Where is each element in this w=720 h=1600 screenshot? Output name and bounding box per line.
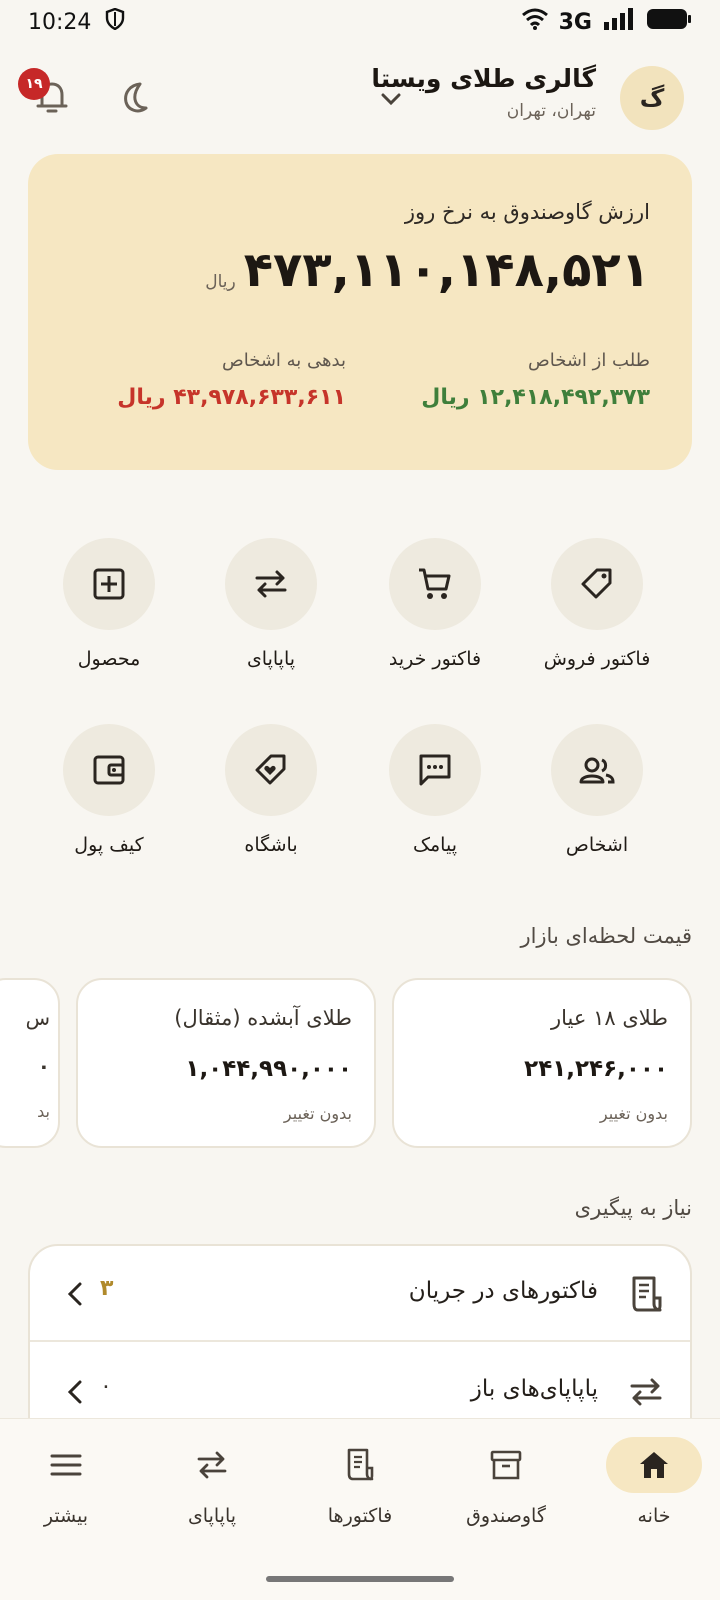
chevron-left-icon (64, 1280, 86, 1308)
vault-balance-card[interactable]: ارزش گاوصندوق به نرخ روز ۴۷۳,۱۱۰,۱۴۸,۵۲۱… (28, 154, 692, 470)
swap-icon (626, 1372, 666, 1412)
menu-icon (50, 1454, 82, 1476)
balance-title: ارزش گاوصندوق به نرخ روز (404, 200, 650, 224)
action-purchase-invoice[interactable]: فاکتور خرید (360, 538, 510, 670)
receivable-label: طلب از اشخاص (527, 350, 650, 371)
debt-label: بدهی به اشخاص (221, 350, 346, 371)
store-name: گالری طلای ویستا (371, 64, 596, 93)
swap-icon (197, 1451, 227, 1479)
status-bar: 10:24 3G (0, 0, 720, 44)
nav-invoices[interactable]: فاکتورها (300, 1437, 420, 1527)
action-wallet[interactable]: کیف پول (34, 724, 184, 856)
nav-more[interactable]: بیشتر (6, 1437, 126, 1527)
cart-icon (419, 568, 451, 599)
loyalty-icon (255, 754, 286, 785)
nav-home[interactable]: خانه (594, 1437, 714, 1527)
shield-icon (105, 7, 125, 36)
action-sms[interactable]: پیامک (360, 724, 510, 856)
debt-section: بدهی به اشخاص ۴۳,۹۷۸,۶۳۳,۶۱۱ ریال (117, 350, 346, 410)
wifi-icon (521, 8, 549, 36)
action-papapay[interactable]: پاپاپای (196, 538, 346, 670)
debt-value: ۴۳,۹۷۸,۶۳۳,۶۱۱ ریال (117, 385, 346, 410)
balance-unit: ریال (205, 272, 236, 292)
action-product[interactable]: محصول (34, 538, 184, 670)
nav-papapay[interactable]: پاپاپای (152, 1437, 272, 1527)
moon-icon (124, 82, 148, 113)
home-icon (640, 1452, 668, 1478)
home-indicator[interactable] (266, 1576, 454, 1582)
bottom-nav: خانه گاوصندوق فاکتورها پاپاپای بیشتر (0, 1418, 720, 1600)
theme-toggle-button[interactable] (112, 76, 156, 120)
price-card-partial[interactable]: س ۰ بد (0, 978, 60, 1148)
swap-icon (255, 570, 287, 598)
chevron-left-icon (64, 1378, 86, 1406)
people-icon (579, 757, 615, 784)
wallet-icon (93, 755, 125, 785)
archive-icon (490, 1450, 522, 1480)
price-card[interactable]: طلای ۱۸ عیار ۲۴۱,۲۴۶,۰۰۰ بدون تغییر (392, 978, 692, 1148)
balance-amount-row: ۴۷۳,۱۱۰,۱۴۸,۵۲۱ ریال (205, 242, 650, 298)
action-people[interactable]: اشخاص (522, 724, 672, 856)
receipt-icon (347, 1448, 374, 1481)
battery-icon (646, 8, 692, 36)
price-card[interactable]: طلای آبشده (مثقال) ۱,۰۴۴,۹۹۰,۰۰۰ بدون تغ… (76, 978, 376, 1148)
followup-title: نیاز به پیگیری (574, 1196, 692, 1220)
action-club[interactable]: باشگاه (196, 724, 346, 856)
followup-label: فاکتورهای در جریان (408, 1278, 598, 1304)
followup-label: پاپاپای‌های باز (470, 1376, 598, 1402)
action-sales-invoice[interactable]: فاکتور فروش (522, 538, 672, 670)
notification-badge: ۱۹ (18, 68, 50, 100)
app-header: ۱۹ گالری طلای ویستا تهران، تهران گ (0, 60, 720, 140)
followup-count: ۰ (100, 1374, 112, 1399)
followup-count: ۳ (100, 1276, 114, 1301)
store-location: تهران، تهران (506, 101, 596, 121)
avatar[interactable]: گ (620, 66, 684, 130)
add-box-icon (93, 568, 125, 600)
receivable-value: ۱۲,۴۱۸,۴۹۲,۳۷۳ ریال (421, 385, 650, 410)
store-info[interactable]: گالری طلای ویستا تهران، تهران (371, 64, 596, 121)
sms-icon (419, 754, 451, 786)
receivable-section: طلب از اشخاص ۱۲,۴۱۸,۴۹۲,۳۷۳ ریال (421, 350, 650, 410)
network-type: 3G (558, 9, 592, 35)
balance-amount: ۴۷۳,۱۱۰,۱۴۸,۵۲۱ (243, 242, 650, 298)
followup-row-invoices[interactable]: فاکتورهای در جریان ۳ (30, 1246, 690, 1342)
tag-icon (581, 568, 612, 599)
status-time: 10:24 (28, 9, 92, 35)
receipt-icon (626, 1274, 666, 1314)
nav-vault[interactable]: گاوصندوق (446, 1437, 566, 1527)
signal-icon (602, 8, 636, 36)
market-prices-title: قیمت لحظه‌ای بازار (520, 924, 692, 948)
